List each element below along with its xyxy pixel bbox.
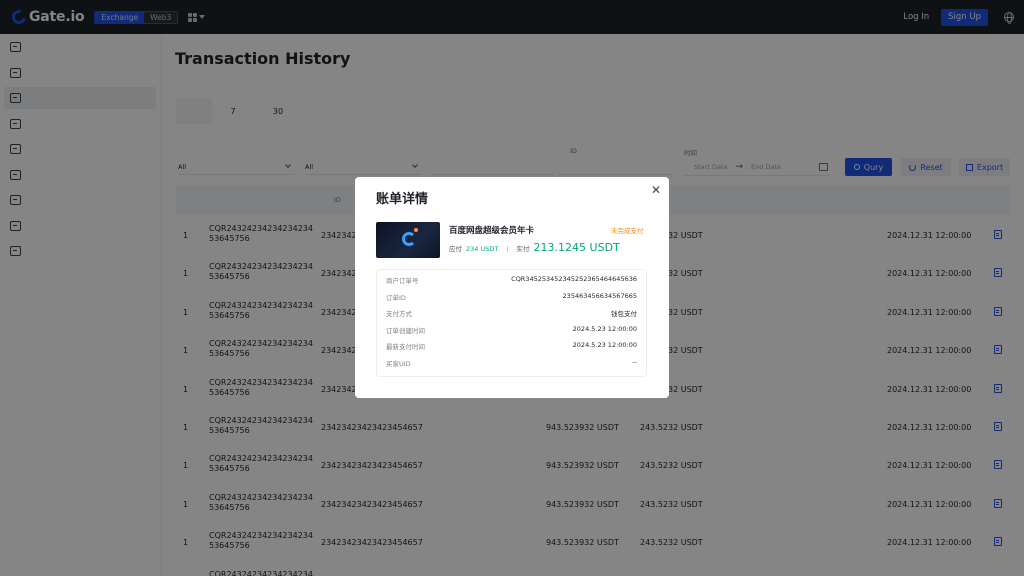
detail-key: 支付方式: [386, 310, 412, 318]
detail-row: 订单ID 235463456634567665: [377, 292, 646, 306]
product-image: [376, 222, 440, 258]
product-name: 百度网盘超级会员年卡: [449, 226, 535, 236]
detail-key: 订单ID: [386, 293, 406, 302]
paid-label: 实付: [516, 245, 530, 253]
bill-detail-modal: 账单详情 ✕ 百度网盘超级会员年卡 未完成支付 应付 234 USDT | 实付…: [355, 177, 669, 398]
detail-value: CQR345253452345252365464645636: [511, 275, 637, 283]
detail-row: 商户订单号 CQR345253452345252365464645636: [377, 275, 646, 289]
detail-value: --: [632, 357, 637, 366]
detail-key: 订单创建时间: [386, 326, 425, 335]
detail-row: 最新支付时间 2024.5.23 12:00:00: [377, 341, 646, 355]
detail-row: 买家UID --: [377, 358, 646, 372]
price-line: 应付 234 USDT | 实付 213.1245 USDT: [449, 241, 620, 254]
due-label: 应付: [449, 245, 462, 253]
detail-key: 最新支付时间: [386, 343, 425, 351]
detail-row: 订单创建时间 2024.5.23 12:00:00: [377, 325, 646, 339]
detail-row: 支付方式 钱包支付: [377, 308, 646, 322]
detail-value: 钱包支付: [611, 310, 637, 318]
detail-key: 买家UID: [386, 359, 411, 368]
product-dot-icon: [414, 228, 418, 232]
detail-key: 商户订单号: [386, 277, 419, 285]
detail-value: 2024.5.23 12:00:00: [572, 324, 637, 333]
due-value: 234 USDT: [466, 245, 499, 253]
payment-status-badge: 未完成支付: [611, 227, 644, 235]
price-separator: |: [506, 245, 509, 253]
paid-value: 213.1245 USDT: [533, 241, 620, 254]
detail-value: 235463456634567665: [562, 291, 637, 300]
order-details-box: 商户订单号 CQR345253452345252365464645636 订单ID 2…: [376, 269, 647, 377]
close-icon[interactable]: ✕: [651, 184, 661, 196]
detail-value: 2024.5.23 12:00:00: [572, 341, 637, 349]
modal-title: 账单详情: [376, 192, 429, 207]
product-logo-icon: [402, 232, 416, 246]
